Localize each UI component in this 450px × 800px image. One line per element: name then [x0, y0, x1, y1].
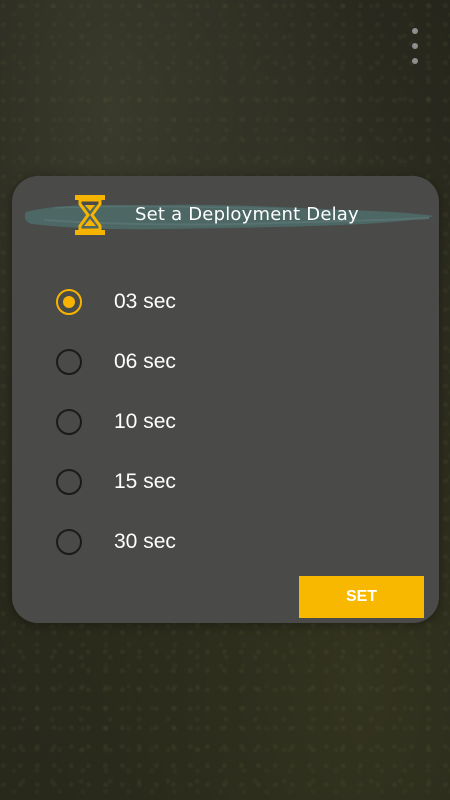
menu-dot [412, 28, 418, 34]
option-03-sec[interactable]: 03 sec [12, 272, 439, 332]
option-label: 03 sec [114, 290, 176, 313]
option-label: 06 sec [114, 350, 176, 373]
menu-dot [412, 58, 418, 64]
option-label: 30 sec [114, 530, 176, 553]
option-30-sec[interactable]: 30 sec [12, 512, 439, 572]
option-15-sec[interactable]: 15 sec [12, 452, 439, 512]
menu-dot [412, 43, 418, 49]
radio-button-checked[interactable] [56, 289, 82, 315]
deployment-delay-dialog: Set a Deployment Delay 03 sec 06 sec 10 … [12, 176, 439, 623]
radio-button[interactable] [56, 469, 82, 495]
option-10-sec[interactable]: 10 sec [12, 392, 439, 452]
option-06-sec[interactable]: 06 sec [12, 332, 439, 392]
hourglass-icon [75, 195, 105, 235]
radio-button[interactable] [56, 529, 82, 555]
overflow-menu-icon[interactable] [408, 28, 422, 64]
radio-button[interactable] [56, 409, 82, 435]
option-label: 10 sec [114, 410, 176, 433]
screen: Set a Deployment Delay 03 sec 06 sec 10 … [0, 0, 450, 800]
radio-button[interactable] [56, 349, 82, 375]
delay-options: 03 sec 06 sec 10 sec 15 sec 30 sec [12, 272, 439, 572]
option-label: 15 sec [114, 470, 176, 493]
dialog-title: Set a Deployment Delay [135, 204, 359, 225]
dialog-header: Set a Deployment Delay [12, 176, 439, 256]
set-button[interactable]: SET [299, 576, 424, 618]
